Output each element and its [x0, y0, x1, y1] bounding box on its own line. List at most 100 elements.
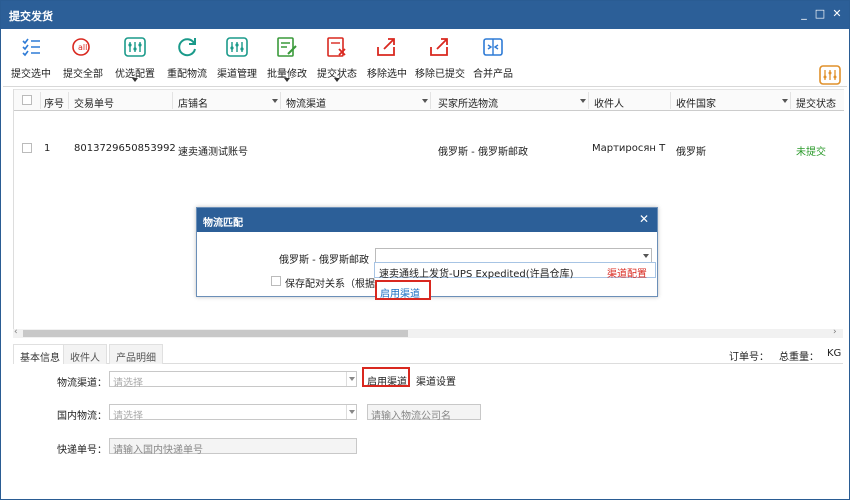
cell-status: 未提交 [796, 147, 826, 158]
column-divider [430, 92, 431, 109]
enable-channel-option[interactable]: 启用渠道 [375, 280, 431, 300]
chevron-down-icon[interactable] [580, 99, 586, 103]
column-divider [280, 92, 281, 109]
express-no-input[interactable]: 请输入国内快递单号 [109, 438, 357, 456]
reassign-logistics-button[interactable]: 重配物流 [165, 35, 209, 85]
chevron-down-icon [284, 78, 290, 82]
toolbar: 提交选中 all 提交全部 优选配置 重配物流 渠道管理 批量修改 提交状态 移… [3, 31, 847, 87]
dialog-title-bar: 物流匹配 ✕ [197, 208, 657, 232]
column-divider [790, 92, 791, 109]
config-icon [124, 37, 146, 57]
column-divider [172, 92, 173, 109]
header-shop[interactable]: 店铺名 [178, 95, 208, 110]
dialog-title: 物流匹配 [203, 218, 243, 229]
merge-products-button[interactable]: 合并产品 [471, 35, 515, 85]
chevron-down-icon[interactable] [346, 405, 356, 419]
horizontal-scrollbar[interactable]: ‹ › [13, 327, 843, 338]
enable-channel-option-label: 启用渠道 [380, 289, 420, 300]
header-index[interactable]: 序号 [44, 95, 64, 110]
tab-product-details[interactable]: 产品明细 [109, 344, 163, 364]
submit-all-label: 提交全部 [63, 69, 103, 80]
cell-buyer-logistics: 俄罗斯 - 俄罗斯邮政 [438, 147, 528, 158]
table-row[interactable]: 1 8013729650853992 速卖通测试账号 俄罗斯 - 俄罗斯邮政 М… [14, 137, 844, 159]
express-placeholder: 请输入国内快递单号 [113, 445, 203, 456]
chevron-down-icon [132, 78, 138, 82]
svg-text:all: all [78, 43, 87, 52]
cell-country: 俄罗斯 [676, 147, 706, 158]
remove-submitted-label: 移除已提交 [415, 69, 465, 80]
channel-dropdown-list: 速卖通线上发货-UPS Expedited(许昌仓库) 渠道配置 [374, 262, 656, 280]
total-weight-label: 总重量： [779, 352, 819, 363]
order-no-label: 订单号： [729, 352, 769, 363]
domestic-logistics-select[interactable]: 请选择 [109, 404, 357, 422]
logistics-company-input[interactable]: 请输入物流公司名 [367, 404, 481, 422]
status-icon [327, 37, 346, 57]
remove-submitted-icon [430, 38, 448, 56]
tab-basic-info[interactable]: 基本信息 [13, 344, 67, 364]
channel-icon [226, 37, 248, 57]
save-mapping-checkbox[interactable] [271, 276, 281, 286]
submit-all-icon: all [72, 38, 90, 56]
chevron-down-icon[interactable] [641, 249, 651, 263]
merge-products-label: 合并产品 [473, 69, 513, 80]
header-receiver[interactable]: 收件人 [594, 95, 624, 110]
chevron-down-icon[interactable] [272, 99, 278, 103]
batch-edit-button[interactable]: 批量修改 [265, 35, 309, 85]
submit-status-button[interactable]: 提交状态 [315, 35, 359, 85]
minimize-button[interactable]: _ [797, 7, 811, 21]
column-divider [670, 92, 671, 109]
header-buyer-logistics[interactable]: 买家所选物流 [438, 95, 498, 110]
channel-select[interactable]: 请选择 [109, 371, 357, 389]
tab-receiver[interactable]: 收件人 [63, 344, 107, 364]
channel-settings-link[interactable]: 渠道设置 [416, 373, 456, 388]
window-title: 提交发货 [9, 10, 53, 23]
cell-receiver: Мартиросян Т [592, 143, 666, 154]
cell-shop: 速卖通测试账号 [178, 147, 248, 158]
cell-trade-no: 8013729650853992 [74, 143, 176, 154]
reassign-logistics-label: 重配物流 [167, 69, 207, 80]
remove-selected-icon [377, 38, 395, 56]
preferred-config-button[interactable]: 优选配置 [113, 35, 157, 85]
channel-config-link[interactable]: 渠道配置 [607, 265, 647, 280]
title-bar: 提交发货 _ □ ✕ [1, 1, 849, 29]
header-trade-no[interactable]: 交易单号 [74, 95, 114, 110]
column-divider [68, 92, 69, 109]
table-header: 序号 交易单号 店铺名 物流渠道 买家所选物流 收件人 收件国家 提交状态 [14, 89, 844, 111]
weight-unit: KG [827, 348, 842, 359]
dropdown-option[interactable]: 速卖通线上发货-UPS Expedited(许昌仓库) [379, 265, 574, 280]
detail-tabs: 基本信息 收件人 产品明细 订单号： 总重量： KG [13, 344, 843, 364]
highlight-box [362, 367, 410, 387]
select-all-checkbox[interactable] [22, 95, 32, 105]
edit-icon [277, 37, 297, 57]
chevron-down-icon [334, 78, 340, 82]
cell-index: 1 [44, 143, 51, 154]
column-divider [40, 92, 41, 109]
channel-label: 物流渠道： [57, 378, 107, 389]
company-placeholder: 请输入物流公司名 [371, 411, 451, 422]
remove-selected-label: 移除选中 [367, 69, 407, 80]
header-channel[interactable]: 物流渠道 [286, 95, 326, 110]
submit-all-button[interactable]: all 提交全部 [61, 35, 105, 85]
scroll-left-icon[interactable]: ‹ [14, 327, 18, 337]
close-button[interactable]: ✕ [830, 7, 844, 21]
chevron-down-icon[interactable] [422, 99, 428, 103]
domestic-placeholder: 请选择 [113, 411, 143, 422]
remove-selected-button[interactable]: 移除选中 [365, 35, 409, 85]
dialog-close-icon[interactable]: ✕ [639, 212, 649, 226]
scrollbar-thumb[interactable] [23, 330, 408, 337]
list-check-icon [22, 38, 40, 57]
header-country[interactable]: 收件国家 [676, 95, 716, 110]
channel-management-button[interactable]: 渠道管理 [215, 35, 259, 85]
scroll-right-icon[interactable]: › [833, 327, 837, 337]
channel-management-label: 渠道管理 [217, 69, 257, 80]
submit-shipment-window: 提交发货 _ □ ✕ 提交选中 all 提交全部 优选配置 重配物流 渠道管理 … [0, 0, 850, 500]
remove-submitted-button[interactable]: 移除已提交 [413, 35, 467, 85]
refresh-icon [178, 38, 196, 57]
submit-selected-button[interactable]: 提交选中 [9, 35, 53, 85]
row-checkbox[interactable] [22, 143, 32, 153]
chevron-down-icon[interactable] [346, 372, 356, 386]
maximize-button[interactable]: □ [813, 7, 827, 21]
chevron-down-icon[interactable] [782, 99, 788, 103]
column-settings-icon[interactable] [819, 65, 841, 85]
header-status[interactable]: 提交状态 [796, 95, 836, 110]
